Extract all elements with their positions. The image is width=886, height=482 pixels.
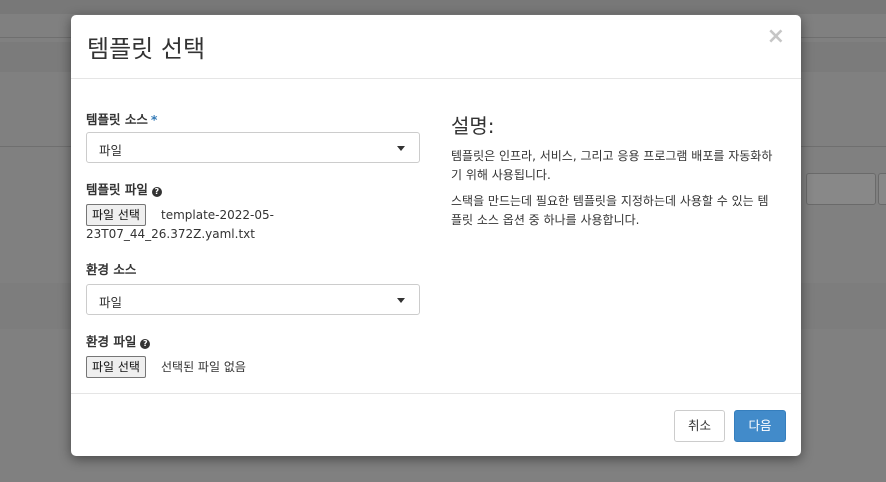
description-paragraph: 템플릿은 인프라, 서비스, 그리고 응용 프로그램 배포를 자동화하기 위해 … [451, 149, 773, 182]
env-source-label: 환경 소스 [86, 259, 136, 278]
help-icon[interactable]: ? [140, 339, 151, 349]
background-input [806, 173, 876, 205]
template-source-select[interactable]: 파일 [86, 132, 420, 163]
modal-body: 템플릿 소스 * 파일 템플릿 파일? 파일 선택 template-2022-0… [71, 79, 801, 393]
modal-footer: 취소 다음 [71, 393, 801, 456]
next-button[interactable]: 다음 [734, 410, 786, 442]
env-file-label: 환경 파일? [86, 331, 151, 350]
chevron-down-icon [397, 146, 405, 151]
template-file-choose-button[interactable]: 파일 선택 [86, 204, 146, 226]
template-file-label-text: 템플릿 파일 [86, 182, 148, 197]
help-icon[interactable]: ? [151, 187, 162, 197]
template-source-label-text: 템플릿 소스 [86, 112, 148, 127]
env-file-label-text: 환경 파일 [86, 334, 137, 349]
env-file-status: 선택된 파일 없음 [161, 360, 246, 374]
close-icon[interactable]: × [767, 26, 785, 48]
template-source-label: 템플릿 소스 * [86, 109, 157, 128]
required-mark: * [150, 112, 158, 127]
env-source-label-text: 환경 소스 [86, 262, 137, 277]
template-file-name: template-2022-05- [161, 208, 274, 222]
description-paragraph: 스택을 만드는데 필요한 템플릿을 지정하는데 사용할 수 있는 템플릿 소스 … [451, 194, 769, 227]
background-header [0, 0, 886, 14]
template-select-dialog: 템플릿 선택 × 템플릿 소스 * 파일 템플릿 파일? 파일 선택 templa… [71, 15, 801, 456]
modal-title: 템플릿 선택 [87, 35, 206, 63]
env-source-value: 파일 [99, 295, 123, 310]
cancel-button[interactable]: 취소 [674, 410, 725, 442]
modal-header: 템플릿 선택 × [71, 15, 801, 79]
template-source-value: 파일 [99, 143, 123, 158]
env-source-select[interactable]: 파일 [86, 284, 420, 315]
background-input [878, 173, 886, 205]
chevron-down-icon [397, 298, 405, 303]
template-file-label: 템플릿 파일? [86, 179, 162, 198]
description-title: 설명: [451, 114, 495, 138]
env-file-choose-button[interactable]: 파일 선택 [86, 356, 146, 378]
template-file-name-continued: 23T07_44_26.372Z.yaml.txt [86, 227, 255, 241]
